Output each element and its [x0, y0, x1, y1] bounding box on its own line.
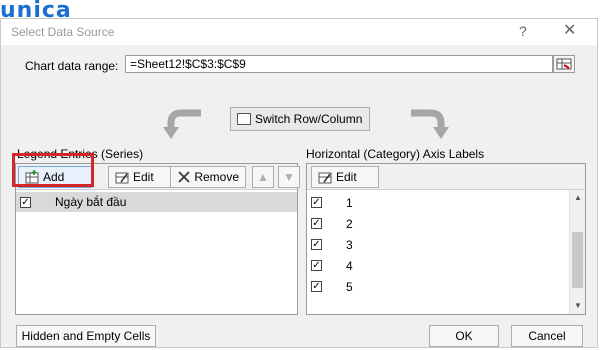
axis-list-scrollbar[interactable]: ▲ ▼: [569, 190, 585, 314]
range-collapse-button[interactable]: [553, 55, 575, 73]
cancel-button[interactable]: Cancel: [511, 325, 583, 347]
scroll-down-icon[interactable]: ▼: [572, 300, 584, 312]
edit-table-icon: [115, 172, 129, 184]
remove-icon: [178, 171, 190, 183]
close-button[interactable]: ✕: [563, 23, 576, 39]
title-bar: Select Data Source ? ✕: [1, 19, 597, 45]
chart-data-range-label: Chart data range:: [25, 59, 119, 73]
item-value: 3: [346, 237, 353, 252]
axis-labels-panel: Edit ✓ 1 ✓ 2 ✓ 3 ✓ 4 ✓ 5 ▲ ▼: [306, 163, 586, 315]
list-item[interactable]: ✓ 2: [307, 213, 569, 234]
edit-table-icon: [318, 172, 332, 184]
move-down-button[interactable]: ▼: [278, 166, 300, 188]
item-checkbox[interactable]: ✓: [311, 239, 322, 250]
edit-label: Edit: [133, 170, 154, 184]
switch-label: Switch Row/Column: [255, 112, 363, 126]
item-value: 1: [346, 195, 353, 210]
item-value: 2: [346, 216, 353, 231]
range-select-icon: [556, 58, 572, 70]
list-item[interactable]: ✓ 5: [307, 276, 569, 297]
remove-label: Remove: [194, 170, 239, 184]
switch-icon: [237, 113, 251, 125]
move-up-button[interactable]: ▲: [252, 166, 274, 188]
series-checkbox[interactable]: ✓: [20, 196, 31, 208]
scroll-up-icon[interactable]: ▲: [572, 192, 584, 204]
remove-series-button[interactable]: Remove: [170, 166, 246, 188]
switch-row-column-button[interactable]: Switch Row/Column: [230, 107, 370, 131]
item-checkbox[interactable]: ✓: [311, 260, 322, 271]
edit-axis-labels-button[interactable]: Edit: [311, 166, 379, 188]
axis-edit-label: Edit: [336, 170, 357, 184]
series-row[interactable]: ✓ Ngày bắt đầu: [16, 192, 297, 212]
item-value: 4: [346, 258, 353, 273]
curved-arrow-left-icon: [163, 109, 201, 139]
ok-button[interactable]: OK: [429, 325, 499, 347]
list-item[interactable]: ✓ 1: [307, 192, 569, 213]
triangle-down-icon: ▼: [283, 170, 295, 184]
list-item[interactable]: ✓ 4: [307, 255, 569, 276]
curved-arrow-right-icon: [411, 109, 449, 139]
chart-data-range-input[interactable]: =Sheet12!$C$3:$C$9: [125, 55, 553, 73]
hidden-empty-cells-button[interactable]: Hidden and Empty Cells: [16, 325, 156, 347]
help-button[interactable]: ?: [519, 23, 527, 39]
axis-labels-list: ✓ 1 ✓ 2 ✓ 3 ✓ 4 ✓ 5: [307, 190, 569, 314]
axis-toolbar: Edit: [307, 164, 585, 190]
edit-series-button[interactable]: Edit: [108, 166, 178, 188]
triangle-up-icon: ▲: [257, 170, 269, 184]
item-checkbox[interactable]: ✓: [311, 281, 322, 292]
add-button-highlight-box: [12, 153, 94, 187]
scroll-thumb[interactable]: [572, 232, 583, 288]
item-value: 5: [346, 279, 353, 294]
item-checkbox[interactable]: ✓: [311, 218, 322, 229]
item-checkbox[interactable]: ✓: [311, 197, 322, 208]
dialog-title: Select Data Source: [11, 25, 115, 39]
axis-labels-label: Horizontal (Category) Axis Labels: [306, 147, 485, 161]
series-name: Ngày bắt đầu: [55, 195, 127, 209]
list-item[interactable]: ✓ 3: [307, 234, 569, 255]
